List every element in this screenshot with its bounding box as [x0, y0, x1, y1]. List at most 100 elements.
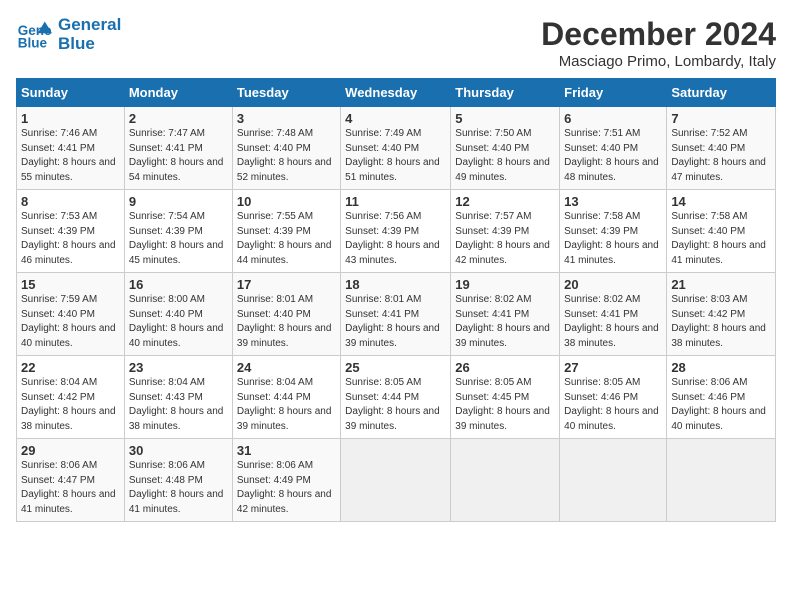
day-info: Sunrise: 7:59 AMSunset: 4:40 PMDaylight:… [21, 293, 120, 351]
day-info: Sunrise: 7:46 AMSunset: 4:41 PMDaylight:… [21, 127, 120, 185]
calendar-cell: 2Sunrise: 7:47 AMSunset: 4:41 PMDaylight… [124, 107, 232, 190]
day-number: 23 [129, 360, 228, 375]
day-number: 22 [21, 360, 120, 375]
calendar-table: SundayMondayTuesdayWednesdayThursdayFrid… [16, 78, 776, 522]
calendar-cell: 5Sunrise: 7:50 AMSunset: 4:40 PMDaylight… [451, 107, 560, 190]
day-number: 21 [671, 277, 771, 292]
day-number: 27 [564, 360, 662, 375]
day-info: Sunrise: 7:51 AMSunset: 4:40 PMDaylight:… [564, 127, 662, 185]
day-number: 26 [455, 360, 555, 375]
day-info: Sunrise: 7:47 AMSunset: 4:41 PMDaylight:… [129, 127, 228, 185]
day-number: 28 [671, 360, 771, 375]
day-info: Sunrise: 7:52 AMSunset: 4:40 PMDaylight:… [671, 127, 771, 185]
calendar-cell: 3Sunrise: 7:48 AMSunset: 4:40 PMDaylight… [232, 107, 340, 190]
day-number: 25 [345, 360, 446, 375]
calendar-cell: 6Sunrise: 7:51 AMSunset: 4:40 PMDaylight… [560, 107, 667, 190]
calendar-cell: 23Sunrise: 8:04 AMSunset: 4:43 PMDayligh… [124, 356, 232, 439]
day-number: 11 [345, 194, 446, 209]
title-area: December 2024 Masciago Primo, Lombardy, … [541, 16, 776, 70]
calendar-cell: 28Sunrise: 8:06 AMSunset: 4:46 PMDayligh… [667, 356, 776, 439]
day-info: Sunrise: 8:02 AMSunset: 4:41 PMDaylight:… [564, 293, 662, 351]
day-number: 3 [237, 111, 336, 126]
day-info: Sunrise: 7:49 AMSunset: 4:40 PMDaylight:… [345, 127, 446, 185]
day-info: Sunrise: 8:01 AMSunset: 4:41 PMDaylight:… [345, 293, 446, 351]
day-number: 14 [671, 194, 771, 209]
calendar-cell: 4Sunrise: 7:49 AMSunset: 4:40 PMDaylight… [341, 107, 451, 190]
calendar-header-monday: Monday [124, 79, 232, 107]
calendar-cell [560, 439, 667, 522]
calendar-cell: 16Sunrise: 8:00 AMSunset: 4:40 PMDayligh… [124, 273, 232, 356]
calendar-cell: 25Sunrise: 8:05 AMSunset: 4:44 PMDayligh… [341, 356, 451, 439]
calendar-cell: 30Sunrise: 8:06 AMSunset: 4:48 PMDayligh… [124, 439, 232, 522]
logo-line1: General [58, 16, 121, 35]
calendar-cell [341, 439, 451, 522]
day-info: Sunrise: 8:06 AMSunset: 4:49 PMDaylight:… [237, 459, 336, 517]
calendar-header-friday: Friday [560, 79, 667, 107]
calendar-header-thursday: Thursday [451, 79, 560, 107]
day-number: 4 [345, 111, 446, 126]
calendar-cell: 8Sunrise: 7:53 AMSunset: 4:39 PMDaylight… [17, 190, 125, 273]
calendar-body: 1Sunrise: 7:46 AMSunset: 4:41 PMDaylight… [17, 107, 776, 522]
day-number: 15 [21, 277, 120, 292]
calendar-cell: 9Sunrise: 7:54 AMSunset: 4:39 PMDaylight… [124, 190, 232, 273]
day-info: Sunrise: 7:57 AMSunset: 4:39 PMDaylight:… [455, 210, 555, 268]
calendar-cell: 22Sunrise: 8:04 AMSunset: 4:42 PMDayligh… [17, 356, 125, 439]
day-number: 19 [455, 277, 555, 292]
day-number: 10 [237, 194, 336, 209]
day-number: 8 [21, 194, 120, 209]
calendar-header-wednesday: Wednesday [341, 79, 451, 107]
calendar-week-row: 15Sunrise: 7:59 AMSunset: 4:40 PMDayligh… [17, 273, 776, 356]
calendar-week-row: 1Sunrise: 7:46 AMSunset: 4:41 PMDaylight… [17, 107, 776, 190]
calendar-cell: 14Sunrise: 7:58 AMSunset: 4:40 PMDayligh… [667, 190, 776, 273]
day-number: 1 [21, 111, 120, 126]
day-info: Sunrise: 7:58 AMSunset: 4:40 PMDaylight:… [671, 210, 771, 268]
day-number: 17 [237, 277, 336, 292]
day-info: Sunrise: 8:05 AMSunset: 4:46 PMDaylight:… [564, 376, 662, 434]
day-info: Sunrise: 8:03 AMSunset: 4:42 PMDaylight:… [671, 293, 771, 351]
day-number: 18 [345, 277, 446, 292]
day-number: 12 [455, 194, 555, 209]
calendar-cell: 19Sunrise: 8:02 AMSunset: 4:41 PMDayligh… [451, 273, 560, 356]
day-number: 31 [237, 443, 336, 458]
day-number: 6 [564, 111, 662, 126]
day-info: Sunrise: 8:05 AMSunset: 4:44 PMDaylight:… [345, 376, 446, 434]
day-number: 5 [455, 111, 555, 126]
calendar-cell: 18Sunrise: 8:01 AMSunset: 4:41 PMDayligh… [341, 273, 451, 356]
calendar-week-row: 29Sunrise: 8:06 AMSunset: 4:47 PMDayligh… [17, 439, 776, 522]
svg-text:Blue: Blue [18, 35, 48, 50]
calendar-cell: 11Sunrise: 7:56 AMSunset: 4:39 PMDayligh… [341, 190, 451, 273]
day-info: Sunrise: 7:54 AMSunset: 4:39 PMDaylight:… [129, 210, 228, 268]
calendar-header-saturday: Saturday [667, 79, 776, 107]
logo: General Blue General Blue [16, 16, 121, 53]
day-info: Sunrise: 8:04 AMSunset: 4:43 PMDaylight:… [129, 376, 228, 434]
day-info: Sunrise: 8:05 AMSunset: 4:45 PMDaylight:… [455, 376, 555, 434]
calendar-cell: 24Sunrise: 8:04 AMSunset: 4:44 PMDayligh… [232, 356, 340, 439]
day-info: Sunrise: 8:04 AMSunset: 4:42 PMDaylight:… [21, 376, 120, 434]
day-number: 7 [671, 111, 771, 126]
day-info: Sunrise: 8:06 AMSunset: 4:47 PMDaylight:… [21, 459, 120, 517]
calendar-cell: 29Sunrise: 8:06 AMSunset: 4:47 PMDayligh… [17, 439, 125, 522]
day-info: Sunrise: 8:06 AMSunset: 4:48 PMDaylight:… [129, 459, 228, 517]
day-info: Sunrise: 7:58 AMSunset: 4:39 PMDaylight:… [564, 210, 662, 268]
calendar-header-tuesday: Tuesday [232, 79, 340, 107]
day-info: Sunrise: 8:00 AMSunset: 4:40 PMDaylight:… [129, 293, 228, 351]
logo-icon: General Blue [16, 17, 52, 53]
calendar-cell: 12Sunrise: 7:57 AMSunset: 4:39 PMDayligh… [451, 190, 560, 273]
day-number: 9 [129, 194, 228, 209]
day-info: Sunrise: 8:01 AMSunset: 4:40 PMDaylight:… [237, 293, 336, 351]
day-info: Sunrise: 7:50 AMSunset: 4:40 PMDaylight:… [455, 127, 555, 185]
calendar-cell: 15Sunrise: 7:59 AMSunset: 4:40 PMDayligh… [17, 273, 125, 356]
logo-line2: Blue [58, 35, 121, 54]
calendar-cell: 7Sunrise: 7:52 AMSunset: 4:40 PMDaylight… [667, 107, 776, 190]
calendar-cell: 21Sunrise: 8:03 AMSunset: 4:42 PMDayligh… [667, 273, 776, 356]
day-info: Sunrise: 8:04 AMSunset: 4:44 PMDaylight:… [237, 376, 336, 434]
calendar-header-row: SundayMondayTuesdayWednesdayThursdayFrid… [17, 79, 776, 107]
location-title: Masciago Primo, Lombardy, Italy [541, 53, 776, 70]
day-info: Sunrise: 7:48 AMSunset: 4:40 PMDaylight:… [237, 127, 336, 185]
day-info: Sunrise: 8:06 AMSunset: 4:46 PMDaylight:… [671, 376, 771, 434]
day-number: 16 [129, 277, 228, 292]
calendar-cell [451, 439, 560, 522]
calendar-cell: 17Sunrise: 8:01 AMSunset: 4:40 PMDayligh… [232, 273, 340, 356]
day-number: 13 [564, 194, 662, 209]
day-number: 24 [237, 360, 336, 375]
